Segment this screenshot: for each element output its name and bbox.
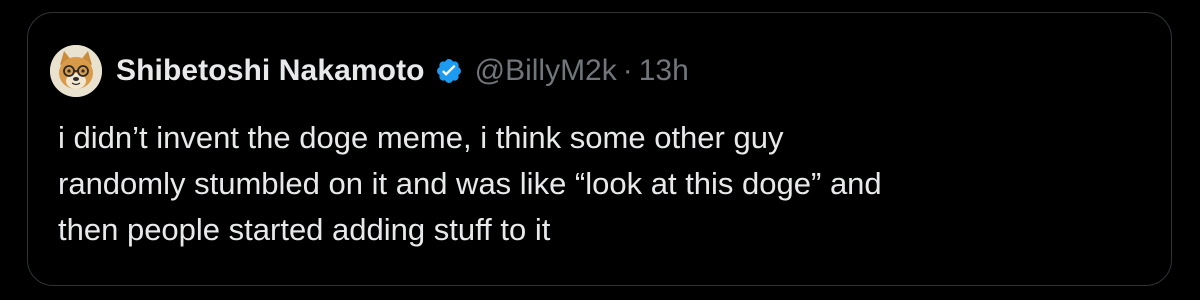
- meta-separator: ·: [622, 54, 633, 87]
- author-handle[interactable]: @BillyM2k: [475, 54, 617, 88]
- post-text: i didn’t invent the doge meme, i think s…: [58, 115, 1148, 253]
- author-display-name[interactable]: Shibetoshi Nakamoto: [116, 54, 425, 88]
- verified-badge-icon: [435, 57, 463, 85]
- post-header: Shibetoshi Nakamoto @BillyM2k · 13h: [50, 43, 689, 99]
- post-timestamp[interactable]: 13h: [639, 54, 689, 88]
- post-text-line: randomly stumbled on it and was like “lo…: [58, 166, 882, 201]
- post-text-line: then people started adding stuff to it: [58, 212, 551, 247]
- post-text-line: i didn’t invent the doge meme, i think s…: [58, 120, 784, 155]
- doge-avatar-icon[interactable]: [50, 45, 102, 97]
- doge-avatar-graphic: [50, 45, 102, 97]
